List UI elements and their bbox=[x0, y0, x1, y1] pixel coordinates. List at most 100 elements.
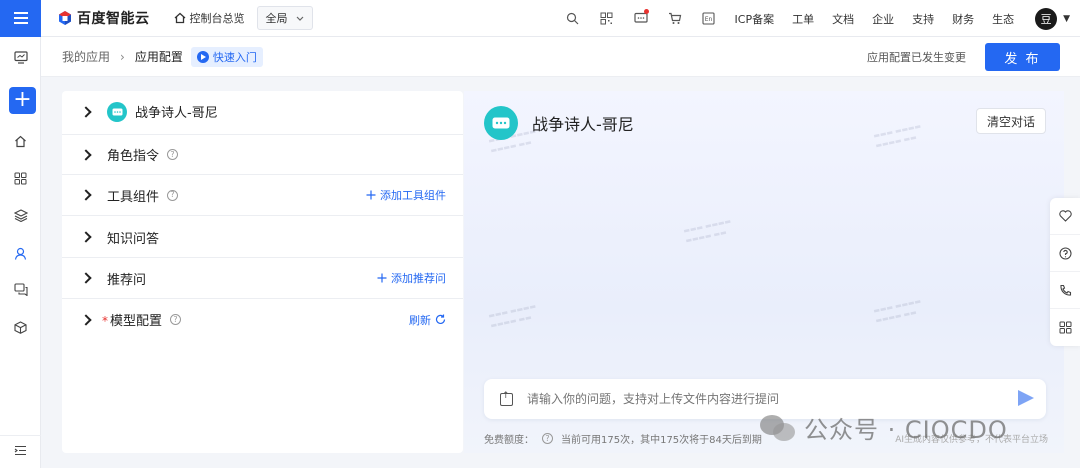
ecosystem-link[interactable]: 生态 bbox=[983, 0, 1023, 37]
help-icon[interactable]: ? bbox=[170, 314, 182, 325]
monitor-icon[interactable] bbox=[0, 42, 41, 72]
app-name-row[interactable]: 战争诗人-哥尼 bbox=[62, 91, 463, 132]
model-config-row[interactable]: * 模型配置 ? 刷新 bbox=[62, 299, 463, 340]
play-icon bbox=[196, 50, 209, 63]
plus-icon bbox=[366, 190, 376, 200]
watermark: ▬▬▬ ▬▬▬▬▬▬▬▬ ▬▬ bbox=[682, 217, 732, 245]
config-changed-status: 应用配置已发生变更 bbox=[867, 50, 966, 64]
refresh-label: 刷新 bbox=[409, 313, 431, 327]
message-icon[interactable] bbox=[624, 0, 658, 37]
watermark: ▬▬▬ ▬▬▬▬▬▬▬▬ ▬▬ bbox=[872, 297, 922, 325]
search-icon[interactable] bbox=[556, 0, 590, 37]
breadcrumb-app-config: 应用配置 bbox=[134, 50, 183, 64]
collapse-icon[interactable] bbox=[0, 435, 41, 465]
region-value: 全局 bbox=[265, 12, 288, 25]
help-icon[interactable]: ? bbox=[167, 149, 179, 160]
watermark: ▬▬▬ ▬▬▬▬▬▬▬▬ ▬▬ bbox=[487, 302, 537, 330]
menu-icon[interactable] bbox=[0, 0, 41, 37]
add-tool-label: 添加工具组件 bbox=[380, 189, 446, 202]
chevron-right-icon[interactable] bbox=[80, 105, 92, 118]
wechat-watermark: 公众号 · CIOCDO bbox=[760, 410, 1008, 445]
chat-title: 战争诗人-哥尼 bbox=[532, 115, 634, 134]
chat-icon[interactable] bbox=[0, 274, 41, 304]
svg-text:En: En bbox=[705, 16, 713, 23]
add-icon[interactable]: + bbox=[9, 87, 36, 114]
chat-input[interactable] bbox=[527, 392, 967, 406]
top-right-tools: En ICP备案 工单 文档 企业 支持 财务 生态 豆 ▼ bbox=[556, 0, 1080, 37]
favorite-icon[interactable] bbox=[1050, 198, 1080, 235]
role-instruction-label: 角色指令 bbox=[107, 149, 160, 164]
top-navigation-bar: 百度智能云 控制台总览 全局 En ICP备案 工单 文档 企业 支持 财务 生… bbox=[0, 0, 1080, 37]
brand-name: 百度智能云 bbox=[77, 11, 150, 27]
apps-icon[interactable] bbox=[0, 163, 41, 193]
help-icon[interactable]: ? bbox=[167, 189, 179, 201]
add-tool-button[interactable]: 添加工具组件 bbox=[366, 187, 446, 203]
watermark: ▬▬▬ ▬▬▬▬▬▬▬▬ ▬▬ bbox=[872, 122, 922, 150]
qrcode-icon[interactable] bbox=[590, 0, 624, 37]
chevron-down-icon bbox=[296, 16, 303, 21]
model-config-label: * 模型配置 bbox=[102, 314, 163, 329]
chat-preview-panel: ▬▬▬ ▬▬▬▬ ▬▬▬▬ ▬▬ ▬▬▬ ▬▬▬▬ ▬▬▬▬ ▬▬ ▬▬▬ ▬▬▬▬… bbox=[464, 91, 1064, 453]
language-icon[interactable]: En bbox=[692, 0, 726, 37]
brand-logo[interactable]: 百度智能云 bbox=[57, 8, 150, 28]
cart-icon[interactable] bbox=[658, 0, 692, 37]
quickstart-button[interactable]: 快速入门 bbox=[190, 46, 263, 67]
avatar[interactable]: 豆 bbox=[1035, 7, 1058, 30]
caret-down-icon[interactable]: ▼ bbox=[1063, 14, 1070, 24]
app-name-label: 战争诗人-哥尼 bbox=[135, 106, 218, 121]
support-link[interactable]: 支持 bbox=[903, 0, 943, 37]
chevron-right-icon[interactable] bbox=[80, 231, 92, 243]
console-overview-label: 控制台总览 bbox=[189, 12, 245, 25]
chevron-right-icon[interactable] bbox=[80, 189, 92, 201]
chevron-right-icon[interactable] bbox=[80, 313, 92, 326]
help-icon[interactable]: ? bbox=[542, 433, 553, 444]
knowledge-qa-label: 知识问答 bbox=[107, 231, 160, 247]
breadcrumb-separator-icon: › bbox=[120, 49, 125, 64]
add-recommended-label: 添加推荐问 bbox=[391, 272, 446, 285]
phone-icon[interactable] bbox=[1050, 272, 1080, 309]
region-select[interactable]: 全局 bbox=[256, 6, 313, 30]
refresh-icon bbox=[435, 314, 446, 324]
user-icon[interactable] bbox=[0, 238, 41, 268]
finance-link[interactable]: 财务 bbox=[943, 0, 983, 37]
bot-avatar-icon bbox=[107, 101, 127, 122]
add-recommended-button[interactable]: 添加推荐问 bbox=[377, 270, 446, 286]
clear-chat-button[interactable]: 清空对话 bbox=[975, 108, 1046, 134]
cube-icon[interactable] bbox=[0, 312, 41, 342]
baidu-cloud-logo-icon bbox=[59, 11, 71, 25]
breadcrumb: 我的应用 › 应用配置 快速入门 应用配置已发生变更 发 布 bbox=[41, 37, 1080, 77]
quota-text: 当前可用175次，其中175次将于84天后到期 bbox=[561, 435, 762, 446]
notification-dot bbox=[643, 9, 649, 14]
required-marker: * bbox=[102, 314, 108, 328]
chevron-right-icon[interactable] bbox=[80, 272, 92, 284]
layers-icon[interactable] bbox=[0, 200, 41, 230]
role-instruction-row[interactable]: 角色指令 ? bbox=[62, 134, 463, 175]
refresh-button[interactable]: 刷新 bbox=[409, 312, 446, 328]
quota-info: 免费额度： ? 当前可用175次，其中175次将于84天后到期 bbox=[484, 431, 762, 446]
bot-avatar-icon bbox=[484, 106, 518, 140]
publish-button[interactable]: 发 布 bbox=[985, 43, 1060, 71]
help-circle-icon[interactable] bbox=[1050, 235, 1080, 272]
console-overview-link[interactable]: 控制台总览 bbox=[174, 10, 245, 26]
tool-component-row[interactable]: 工具组件 ? 添加工具组件 bbox=[62, 175, 463, 216]
enterprise-link[interactable]: 企业 bbox=[863, 0, 903, 37]
quota-label: 免费额度： bbox=[484, 435, 534, 446]
upload-file-icon[interactable] bbox=[500, 391, 513, 406]
grid-icon[interactable] bbox=[1050, 309, 1080, 346]
ticket-link[interactable]: 工单 bbox=[783, 0, 823, 37]
recommended-question-row[interactable]: 推荐问 添加推荐问 bbox=[62, 258, 463, 299]
chevron-right-icon[interactable] bbox=[80, 148, 92, 161]
quickstart-label: 快速入门 bbox=[212, 50, 257, 64]
knowledge-qa-row[interactable]: 知识问答 bbox=[62, 217, 463, 258]
icp-link[interactable]: ICP备案 bbox=[726, 0, 784, 37]
send-icon[interactable] bbox=[1018, 390, 1034, 406]
right-float-toolbar bbox=[1050, 198, 1080, 346]
left-sidebar: + bbox=[0, 37, 41, 468]
breadcrumb-my-apps[interactable]: 我的应用 bbox=[62, 48, 110, 65]
recommended-question-label: 推荐问 bbox=[107, 272, 147, 288]
home-icon bbox=[174, 12, 185, 24]
config-panel: 战争诗人-哥尼 角色指令 ? 工具组件 ? 添加工具组件 知识问答 推荐问 添加… bbox=[62, 91, 463, 453]
home-icon[interactable] bbox=[0, 126, 41, 156]
docs-link[interactable]: 文档 bbox=[823, 0, 863, 37]
tool-component-label: 工具组件 bbox=[107, 189, 160, 205]
